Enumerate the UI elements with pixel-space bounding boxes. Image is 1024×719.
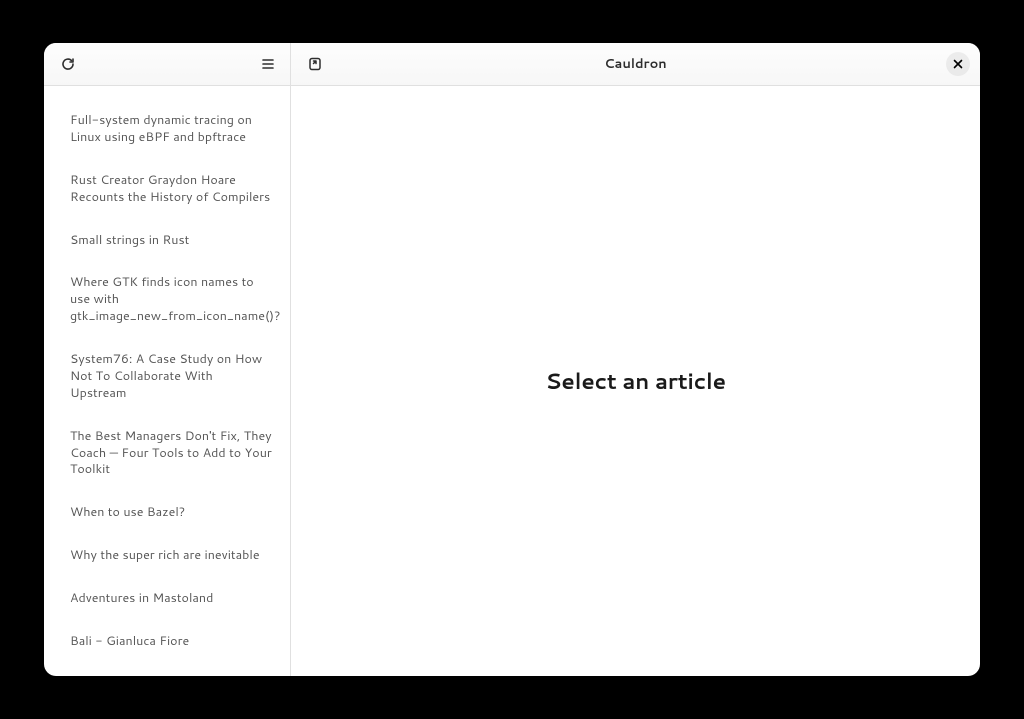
article-list-item[interactable]: When to use Bazel?	[44, 494, 290, 531]
article-list-item[interactable]: Rust Creator Graydon Hoare Recounts the …	[44, 162, 290, 216]
titlebar-right: Cauldron	[291, 43, 980, 85]
article-list-item[interactable]: Adventures in Mastoland	[44, 580, 290, 617]
article-list[interactable]: Full-system dynamic tracing on Linux usi…	[44, 86, 291, 676]
close-icon	[953, 59, 963, 69]
titlebar-left	[44, 43, 291, 85]
menu-button[interactable]	[254, 50, 282, 78]
article-list-item[interactable]: Full-system dynamic tracing on Linux usi…	[44, 102, 290, 156]
article-list-item[interactable]: Small strings in Rust	[44, 222, 290, 259]
refresh-button[interactable]	[54, 50, 82, 78]
window-body: Full-system dynamic tracing on Linux usi…	[44, 86, 980, 676]
article-list-item[interactable]: Why the super rich are inevitable	[44, 537, 290, 574]
app-title: Cauldron	[604, 55, 666, 73]
open-external-icon	[307, 56, 323, 72]
titlebar: Cauldron	[44, 43, 980, 86]
article-list-item[interactable]: Where GTK finds icon names to use with g…	[44, 264, 290, 335]
article-list-item[interactable]: System76: A Case Study on How Not To Col…	[44, 341, 290, 412]
app-window: Cauldron Full-system dynamic tracing on …	[44, 43, 980, 676]
browser-open-button[interactable]	[301, 50, 329, 78]
article-list-item[interactable]: The Inner Workings of Distributed Databa…	[44, 666, 290, 676]
hamburger-icon	[260, 56, 276, 72]
empty-state-message: Select an article	[545, 366, 726, 397]
content-area: Select an article	[291, 86, 980, 676]
close-button[interactable]	[946, 52, 970, 76]
refresh-icon	[60, 56, 76, 72]
article-list-item[interactable]: The Best Managers Don't Fix, They Coach …	[44, 418, 290, 489]
article-list-item[interactable]: Bali - Gianluca Fiore	[44, 623, 290, 660]
